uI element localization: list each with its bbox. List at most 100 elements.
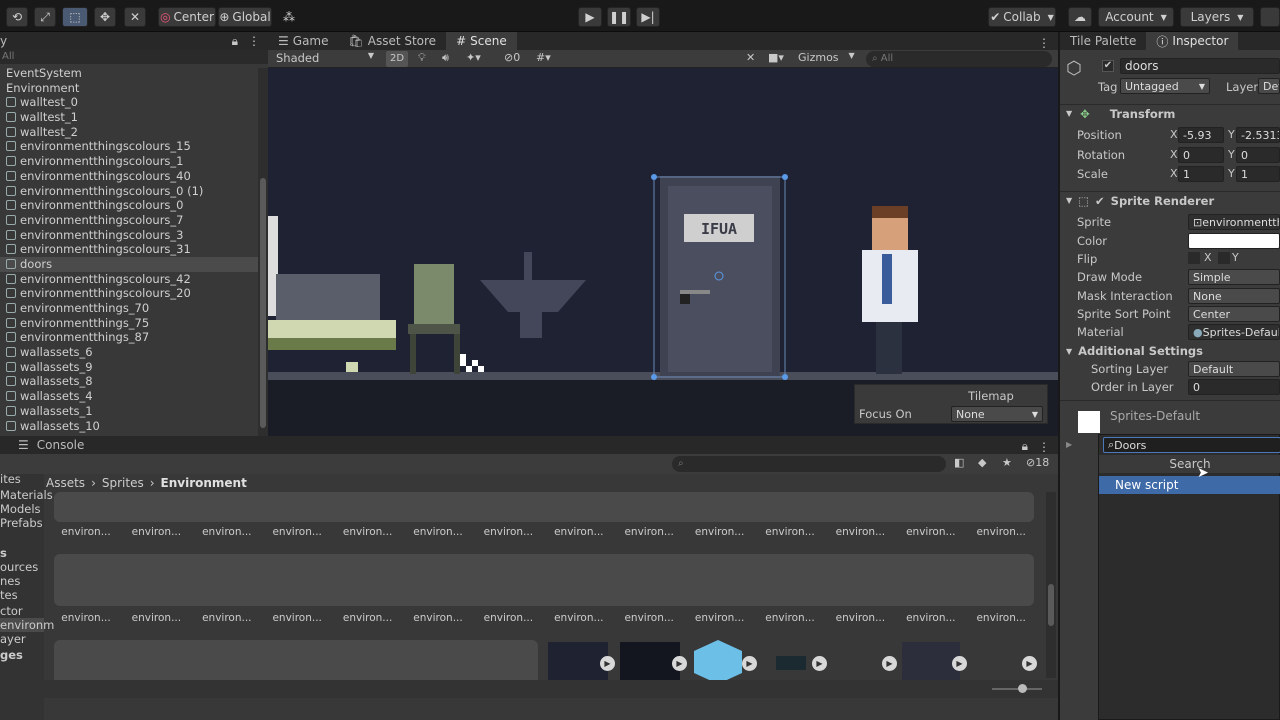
tools-icon[interactable]: ✕ (746, 51, 755, 64)
asset-label[interactable]: environ... (547, 612, 611, 624)
asset-label[interactable]: environ... (547, 526, 611, 538)
asset-label[interactable]: environ... (406, 612, 470, 624)
asset-label[interactable]: environ... (476, 612, 540, 624)
hierarchy-item[interactable]: walltest_0 (0, 95, 268, 110)
hierarchy-item[interactable]: environmentthingscolours_3 (0, 228, 268, 243)
hierarchy-item[interactable]: wallassets_8 (0, 374, 268, 389)
hierarchy-item[interactable]: environmentthings_70 (0, 301, 268, 316)
rotation-x-field[interactable]: 0 (1178, 147, 1224, 163)
hierarchy-scroll-thumb[interactable] (260, 178, 266, 428)
hierarchy-item[interactable]: wallassets_4 (0, 389, 268, 404)
hidden-packages-toggle[interactable]: ⊘18 (1026, 456, 1049, 469)
play-icon[interactable]: ▶ (600, 656, 615, 671)
hierarchy-item[interactable]: environmentthingscolours_42 (0, 272, 268, 287)
asset-label[interactable]: environ... (476, 526, 540, 538)
breadcrumb-assets[interactable]: Assets (46, 476, 85, 490)
shading-dropdown[interactable]: Shaded ▼ (272, 51, 378, 67)
hierarchy-item[interactable]: environmentthingscolours_31 (0, 242, 268, 257)
filter-label-icon[interactable]: ◆ (978, 456, 986, 469)
tab-tile-palette[interactable]: Tile Palette (1060, 32, 1146, 50)
asset-label[interactable]: environ... (336, 612, 400, 624)
hierarchy-item[interactable]: environmentthingscolours_1 (0, 154, 268, 169)
hierarchy-item[interactable]: doors (0, 256, 268, 272)
sprite-field[interactable]: ⊡ environmentthi (1188, 214, 1280, 230)
play-button[interactable]: ▶ (578, 7, 602, 27)
project-scroll-thumb[interactable] (1048, 584, 1054, 626)
lock-icon[interactable]: 🔒︎ (232, 34, 238, 49)
more-icon[interactable]: ⋮ (1038, 440, 1058, 454)
hierarchy-item[interactable]: environmentthingscolours_0 (1) (0, 184, 268, 199)
project-folder-item[interactable]: nes (0, 574, 20, 588)
hierarchy-scrollbar[interactable] (258, 68, 268, 436)
flip-y-checkbox[interactable] (1218, 252, 1230, 264)
tab-inspector[interactable]: ⓘ Inspector (1146, 32, 1239, 50)
play-icon[interactable]: ▶ (672, 656, 687, 671)
project-folder-item[interactable]: Models (0, 502, 41, 516)
active-checkbox[interactable]: ✔ (1102, 60, 1114, 72)
step-button[interactable]: ▶| (636, 7, 660, 27)
pivot-center-button[interactable]: ◎ Center (158, 7, 216, 27)
asset-label[interactable]: environ... (336, 526, 400, 538)
tab-scene[interactable]: # Scene (446, 32, 517, 50)
scale-x-field[interactable]: 1 (1178, 166, 1224, 182)
scene-search-input[interactable]: ⌕ All (866, 51, 1052, 67)
asset-thumbnail[interactable] (776, 656, 806, 670)
hierarchy-item[interactable]: environmentthings_87 (0, 330, 268, 345)
tab-console[interactable]: ☰ Console (0, 436, 94, 454)
project-folder-item[interactable]: s (0, 546, 7, 560)
asset-label[interactable]: environ... (688, 612, 752, 624)
focus-on-dropdown[interactable]: None ▼ (951, 406, 1043, 422)
hierarchy-item[interactable]: environmentthingscolours_0 (0, 198, 268, 213)
audio-icon[interactable]: 🔊︎ (442, 51, 449, 65)
hierarchy-item[interactable]: Environment (0, 81, 268, 96)
asset-label[interactable]: environ... (54, 612, 118, 624)
hierarchy-item[interactable]: environmentthingscolours_15 (0, 139, 268, 154)
sorting-layer-dropdown[interactable]: Default (1188, 361, 1280, 377)
tab-game[interactable]: ☰ Game (268, 32, 339, 50)
layers-dropdown[interactable]: Layers ▼ (1180, 7, 1254, 27)
hierarchy-search-input[interactable]: All (0, 50, 268, 64)
scale-y-field[interactable]: 1 (1236, 166, 1280, 182)
asset-label[interactable]: environ... (195, 612, 259, 624)
breadcrumb-sprites[interactable]: Sprites (102, 476, 144, 490)
project-folder-item[interactable]: tes (0, 588, 18, 602)
play-icon[interactable]: ▶ (742, 656, 757, 671)
new-script-item[interactable]: New script (1099, 476, 1280, 494)
resize-handle[interactable] (651, 374, 657, 380)
sprite-renderer-header[interactable]: ▼ ⬚ ✔ Sprite Renderer (1060, 191, 1280, 209)
rotation-y-field[interactable]: 0 (1236, 147, 1280, 163)
hidden-objects-toggle[interactable]: ⊘0 (504, 51, 520, 64)
more-icon[interactable]: ⋮ (1038, 36, 1058, 50)
hierarchy-item[interactable]: environmentthingscolours_40 (0, 169, 268, 184)
enabled-checkbox[interactable]: ✔ (1095, 194, 1105, 208)
asset-label[interactable]: environ... (828, 526, 892, 538)
project-folder-item[interactable]: Materials (0, 488, 53, 502)
play-icon[interactable]: ▶ (812, 656, 827, 671)
effects-icon[interactable]: ✦▾ (466, 51, 481, 64)
hierarchy-item[interactable]: wallassets_6 (0, 345, 268, 360)
play-icon[interactable]: ▶ (882, 656, 897, 671)
light-icon[interactable]: 💡︎ (418, 51, 426, 65)
asset-label[interactable]: environ... (265, 526, 329, 538)
resize-handle[interactable] (651, 174, 657, 180)
asset-label[interactable]: environ... (688, 526, 752, 538)
collab-dropdown[interactable]: ✔ Collab ▼ (988, 7, 1056, 27)
asset-label[interactable]: environ... (406, 526, 470, 538)
tag-dropdown[interactable]: Untagged ▼ (1120, 78, 1210, 94)
rotate-tool-icon[interactable]: ⟲ (6, 7, 28, 27)
resize-handle[interactable] (782, 174, 788, 180)
asset-label[interactable]: environ... (124, 526, 188, 538)
additional-settings-header[interactable]: ▼ Additional Settings (1060, 342, 1280, 360)
hierarchy-item[interactable]: environmentthingscolours_7 (0, 213, 268, 228)
order-in-layer-field[interactable]: 0 (1188, 379, 1280, 395)
project-scrollbar[interactable] (1046, 492, 1056, 678)
asset-thumbnail[interactable] (620, 642, 680, 682)
asset-label[interactable]: environ... (195, 526, 259, 538)
asset-label[interactable]: environ... (124, 612, 188, 624)
sprite-sort-point-dropdown[interactable]: Center (1188, 306, 1280, 322)
transform-header[interactable]: ▼ ✥ Transform (1060, 104, 1280, 122)
mask-interaction-dropdown[interactable]: None (1188, 288, 1280, 304)
resize-handle[interactable] (782, 374, 788, 380)
color-swatch[interactable] (1188, 233, 1280, 249)
tab-asset-store[interactable]: 🛍︎ Asset Store (339, 32, 447, 50)
